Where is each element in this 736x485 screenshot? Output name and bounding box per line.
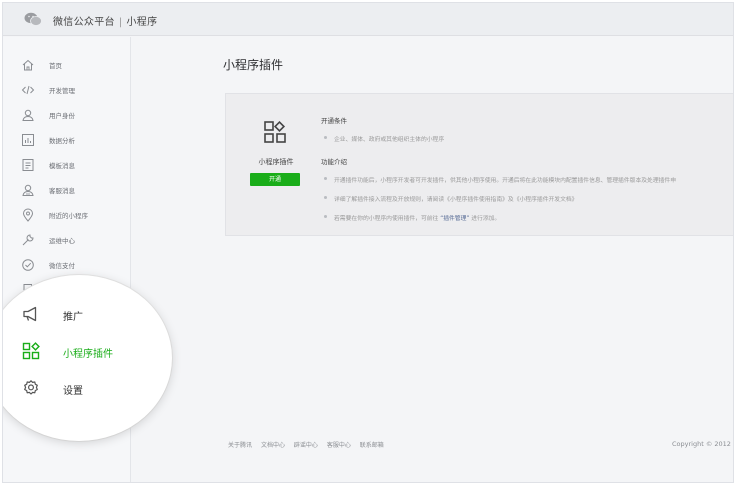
code-icon	[21, 85, 35, 95]
sidebar-item-template-message[interactable]: 模板消息	[3, 155, 131, 175]
location-icon	[22, 208, 34, 222]
footer-link-service[interactable]: 客服中心	[327, 442, 351, 449]
section-name: 小程序	[126, 17, 158, 28]
plugin-info: 开通条件 企业、媒体、政府或其他组织主体的小程序 功能介绍 开通插件功能后，小程…	[321, 115, 733, 232]
sidebar-item-label: 设置	[63, 386, 83, 397]
sidebar-item-promotion[interactable]: 推广	[3, 301, 172, 327]
pay-icon	[22, 259, 34, 271]
feature-text-after: 进行添加。	[469, 216, 501, 222]
page-heading: 小程序插件	[223, 58, 284, 72]
page-title: 微信公众平台 | 小程序	[53, 13, 157, 28]
sidebar-item-label: 用户身份	[49, 112, 75, 120]
features-title: 功能介绍	[321, 158, 347, 166]
user-icon	[22, 109, 34, 121]
app-window: 微信公众平台|小程序 首页 开发管理 用户身份 数据分析 模板消息 客服消息	[2, 2, 734, 483]
wechat-logo-icon[interactable]	[24, 12, 42, 26]
footer-link-rumor[interactable]: 辟谣中心	[294, 442, 318, 449]
settings-icon	[24, 380, 38, 395]
plugin-card: 小程序插件 开通 开通条件 企业、媒体、政府或其他组织主体的小程序 功能介绍 开…	[225, 93, 733, 237]
megaphone-icon	[23, 306, 37, 322]
conditions-title: 开通条件	[321, 117, 347, 125]
feature-item: 开通插件功能后，小程序开发者可开发插件，供其他小程序使用。开通后将在此功能模块内…	[321, 175, 733, 184]
sidebar-item-label: 推广	[63, 312, 83, 323]
chart-icon	[22, 134, 34, 146]
feature-item-docs: 详细了解插件接入流程及开放规则，请阅读《小程序插件使用指南》及《小程序插件开发文…	[321, 194, 733, 203]
sidebar-item-label: 运维中心	[49, 237, 75, 245]
sidebar-item-label: 模板消息	[49, 162, 75, 170]
title-separator: |	[118, 17, 123, 28]
sidebar-item-label: 小程序插件	[63, 349, 113, 360]
condition-item: 企业、媒体、政府或其他组织主体的小程序	[321, 134, 733, 143]
sidebar-item-label: 首页	[49, 62, 62, 70]
sidebar-item-customer-service[interactable]: 客服消息	[3, 180, 131, 200]
sidebar-item-user-identity[interactable]: 用户身份	[3, 105, 131, 125]
plugin-name: 小程序插件	[258, 158, 294, 166]
sidebar-item-label: 开发管理	[49, 87, 75, 95]
open-plugin-button[interactable]: 开通	[250, 173, 300, 186]
sidebar-item-nearby[interactable]: 附近的小程序	[3, 205, 131, 225]
plugin-management-link[interactable]: “插件管理”	[440, 216, 469, 222]
footer-link-about[interactable]: 关于腾讯	[228, 442, 252, 449]
sidebar-item-label: 微信支付	[49, 262, 75, 270]
sidebar-item-label: 客服消息	[49, 187, 75, 195]
service-icon	[22, 184, 34, 196]
footer-links: 关于腾讯 文档中心 辟谣中心 客服中心 联系邮箱	[228, 440, 391, 449]
message-icon	[22, 159, 34, 171]
sidebar-item-ops-center[interactable]: 运维中心	[3, 230, 131, 250]
copyright: Copyright © 2012	[672, 440, 731, 448]
wrench-icon	[22, 234, 34, 246]
sidebar-item-home[interactable]: 首页	[3, 55, 131, 75]
sidebar-item-plugins[interactable]: 小程序插件	[3, 338, 172, 364]
home-icon	[22, 59, 34, 71]
plugin-summary: 小程序插件 开通	[226, 94, 326, 237]
sidebar-item-label: 数据分析	[49, 137, 75, 145]
plugin-icon	[264, 121, 286, 143]
brand-name[interactable]: 微信公众平台	[53, 17, 115, 28]
top-bar: 微信公众平台 | 小程序	[3, 3, 733, 36]
footer-link-email[interactable]: 联系邮箱	[360, 442, 384, 449]
sidebar-item-settings[interactable]: 设置	[3, 375, 172, 401]
footer-link-docs[interactable]: 文档中心	[261, 442, 285, 449]
plugin-icon	[22, 342, 40, 360]
magnifier-callout: 推广 小程序插件 设置	[3, 275, 172, 441]
sidebar-item-label: 附近的小程序	[49, 212, 88, 220]
sidebar-item-dev-management[interactable]: 开发管理	[3, 80, 131, 100]
sidebar-item-wechat-pay[interactable]: 微信支付	[3, 255, 131, 275]
feature-docs-text[interactable]: 详细了解插件接入流程及开放规则，请阅读《小程序插件使用指南》及《小程序插件开发文…	[334, 197, 577, 203]
feature-item-manage: 若需要在你的小程序内使用插件，可前往 “插件管理” 进行添加。	[321, 213, 733, 222]
sidebar-item-data-analysis[interactable]: 数据分析	[3, 130, 131, 150]
feature-text-before: 若需要在你的小程序内使用插件，可前往	[334, 216, 441, 222]
